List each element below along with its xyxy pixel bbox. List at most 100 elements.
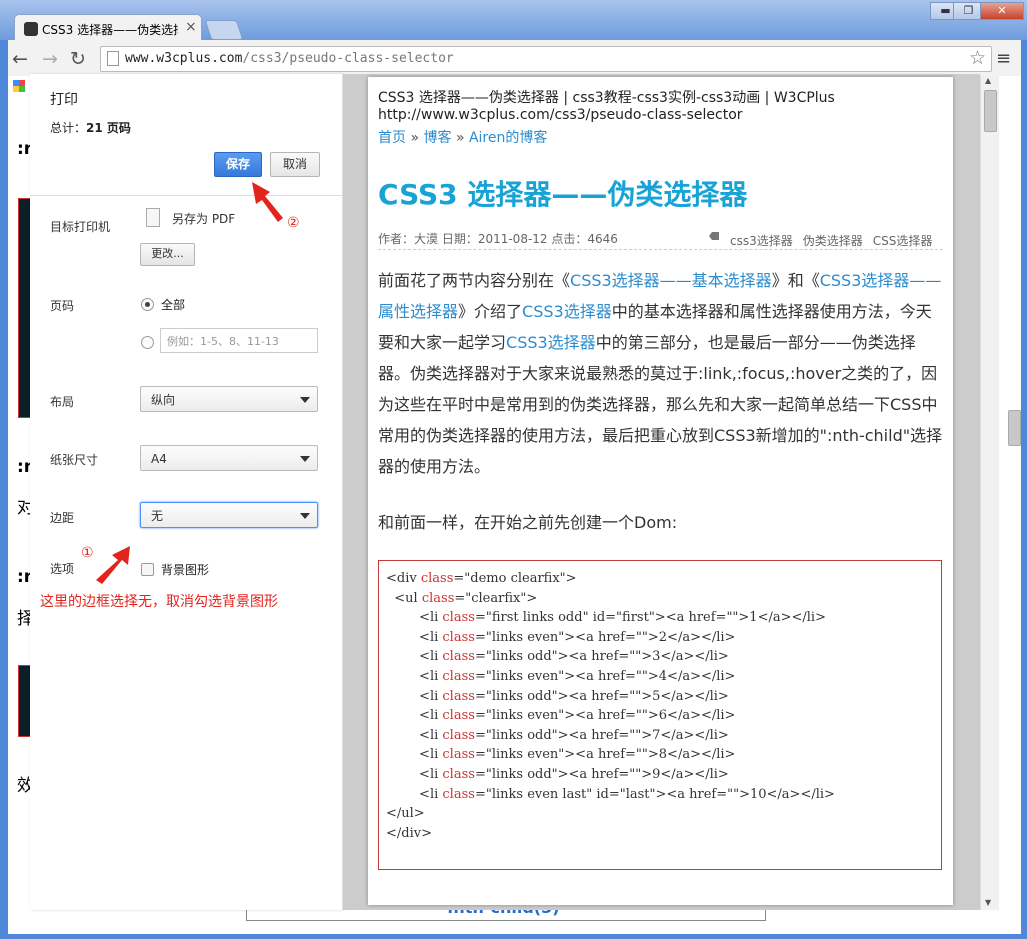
pages-label: 页码 <box>50 299 75 313</box>
tag-item[interactable]: CSS选择器 <box>873 234 933 248</box>
code-keyword: class <box>442 649 475 665</box>
background-graphics-label: 背景图形 <box>161 563 210 577</box>
print-total: 总计：21 页码 <box>50 119 131 136</box>
window-close-button[interactable]: ✕ <box>980 2 1024 20</box>
code-line: <li class="links odd"><a href="">3</a></… <box>386 649 729 665</box>
breadcrumb-blog[interactable]: 博客 <box>423 130 451 146</box>
preview-header-title: CSS3 选择器——伪类选择器 | css3教程-css3实例-css3动画 |… <box>378 90 835 106</box>
save-button[interactable]: 保存 <box>214 152 262 177</box>
paragraph-link[interactable]: CSS3选择器——基本选择器 <box>570 271 772 290</box>
article-title: CSS3 选择器——伪类选择器 <box>378 178 748 211</box>
breadcrumb-separator: » <box>410 130 420 146</box>
code-keyword: class <box>442 727 475 743</box>
change-destination-button[interactable]: 更改... <box>140 243 195 266</box>
annotation-note: 这里的边框选择无，取消勾选背景图形 <box>40 594 278 610</box>
code-keyword: class <box>420 571 454 586</box>
preview-scrollbar[interactable]: ▲ ▼ <box>980 76 999 910</box>
dropdown-arrow-icon <box>300 513 310 519</box>
options-label: 选项 <box>50 562 75 576</box>
margins-select[interactable]: 无 <box>140 502 318 528</box>
background-graphics-checkbox[interactable] <box>141 563 154 576</box>
forward-icon[interactable]: → <box>42 48 58 70</box>
pages-all-label: 全部 <box>161 298 186 312</box>
paragraph-text: 》介绍了 <box>458 302 523 321</box>
article-meta: 作者：大漠 日期：2011-08-12 点击：4646 <box>378 232 618 246</box>
tag-item[interactable]: css3选择器 <box>730 234 793 248</box>
scroll-up-icon[interactable]: ▲ <box>985 76 991 85</box>
code-line: <li class="links odd"><a href="">5</a></… <box>386 688 729 704</box>
code-keyword: class <box>442 668 475 684</box>
code-line: </ul> <box>386 806 425 822</box>
menu-icon[interactable]: ≡ <box>996 48 1011 69</box>
url-path: /css3/pseudo-class-selector <box>242 51 454 66</box>
paragraph-text: 中的第三部分，也是最后一部分——伪类选择器。伪类选择器对于大家来说最熟悉的莫过于… <box>378 333 943 476</box>
pages-all-radio[interactable] <box>141 298 154 311</box>
total-value: 21 页码 <box>86 121 131 135</box>
preview-header-url: http://www.w3cplus.com/css3/pseudo-class… <box>378 107 743 123</box>
code-line: <ul class="clearfix"> <box>386 590 538 606</box>
cancel-button[interactable]: 取消 <box>270 152 320 177</box>
margins-label: 边距 <box>50 511 75 525</box>
code-keyword: class <box>421 590 455 606</box>
url-text[interactable]: www.w3cplus.com/css3/pseudo-class-select… <box>125 51 454 66</box>
browser-toolbar: ← → ↻ www.w3cplus.com/css3/pseudo-class-… <box>8 40 1021 76</box>
destination-label: 目标打印机 <box>50 220 111 234</box>
paragraph-text: 》和《 <box>771 271 820 290</box>
code-keyword: class <box>442 708 475 724</box>
code-line: <li class="links even"><a href="">6</a><… <box>386 708 736 724</box>
paragraph-text: 前面花了两节内容分别在《 <box>378 271 571 290</box>
print-title: 打印 <box>50 92 78 108</box>
preview-page: CSS3 选择器——伪类选择器 | css3教程-css3实例-css3动画 |… <box>368 77 953 905</box>
paper-size-value: A4 <box>151 452 167 466</box>
new-tab-button[interactable] <box>204 20 244 40</box>
pages-input[interactable]: 例如：1-5、8、11-13 <box>160 328 318 353</box>
article-paragraph: 和前面一样，在开始之前先创建一个Dom: <box>378 513 678 532</box>
breadcrumb-author-blog[interactable]: Airen的博客 <box>469 130 547 146</box>
code-keyword: class <box>442 747 475 763</box>
pages-custom-radio[interactable] <box>141 336 154 349</box>
pdf-file-icon <box>146 208 160 227</box>
tag-item[interactable]: 伪类选择器 <box>803 234 863 248</box>
destination-value: 另存为 PDF <box>172 212 236 226</box>
scroll-down-icon[interactable]: ▼ <box>985 898 991 907</box>
code-line: <li class="links even"><a href="">8</a><… <box>386 747 736 763</box>
code-text: <div class="demo clearfix"> <ul class="c… <box>386 569 835 843</box>
paragraph-link[interactable]: CSS3选择器 <box>522 302 612 321</box>
page-icon <box>107 51 119 66</box>
code-line: <li class="first links odd" id="first"><… <box>386 610 826 626</box>
paper-size-select[interactable]: A4 <box>140 445 318 471</box>
tab-close-icon[interactable]: × <box>185 19 197 35</box>
title-bar: CSS3 选择器——伪类选择 × ▬ ❐ ✕ <box>0 0 1027 43</box>
code-line: </div> <box>386 825 432 841</box>
code-line: <div class="demo clearfix"> <box>386 571 577 586</box>
code-keyword: class <box>442 786 475 802</box>
page-scroll-thumb[interactable] <box>1008 410 1021 446</box>
code-line: <li class="links even last" id="last"><a… <box>386 786 835 802</box>
total-label: 总计： <box>50 121 87 135</box>
annotation-marker-1: ① <box>81 545 94 561</box>
annotation-marker-2: ② <box>287 215 300 231</box>
breadcrumb-separator: » <box>455 130 465 146</box>
layout-label: 布局 <box>50 395 75 409</box>
article-paragraph: 前面花了两节内容分别在《CSS3选择器——基本选择器》和《CSS3选择器——属性… <box>378 265 943 482</box>
paragraph-link[interactable]: CSS3选择器 <box>506 333 596 352</box>
code-line: <li class="links odd"><a href="">9</a></… <box>386 766 729 782</box>
browser-tab[interactable]: CSS3 选择器——伪类选择 × <box>14 14 202 43</box>
print-settings-panel: 打印 总计：21 页码 保存 取消 目标打印机 另存为 PDF 更改... 页码… <box>30 74 343 910</box>
layout-value: 纵向 <box>151 393 176 407</box>
reload-icon[interactable]: ↻ <box>70 48 86 70</box>
bookmark-star-icon[interactable]: ☆ <box>969 47 986 69</box>
url-host: www.w3cplus.com <box>125 51 243 66</box>
address-bar[interactable]: www.w3cplus.com/css3/pseudo-class-select… <box>100 46 992 72</box>
layout-select[interactable]: 纵向 <box>140 386 318 412</box>
dropdown-arrow-icon <box>300 456 310 462</box>
back-icon[interactable]: ← <box>12 48 28 70</box>
code-keyword: class <box>442 766 475 782</box>
apps-icon[interactable] <box>13 80 25 92</box>
article-tags: css3选择器 伪类选择器 CSS选择器 <box>730 232 942 249</box>
paper-size-label: 纸张尺寸 <box>50 453 99 467</box>
code-keyword: class <box>442 688 475 704</box>
code-keyword: class <box>442 629 475 645</box>
scroll-thumb[interactable] <box>984 90 997 132</box>
breadcrumb-home[interactable]: 首页 <box>378 130 406 146</box>
